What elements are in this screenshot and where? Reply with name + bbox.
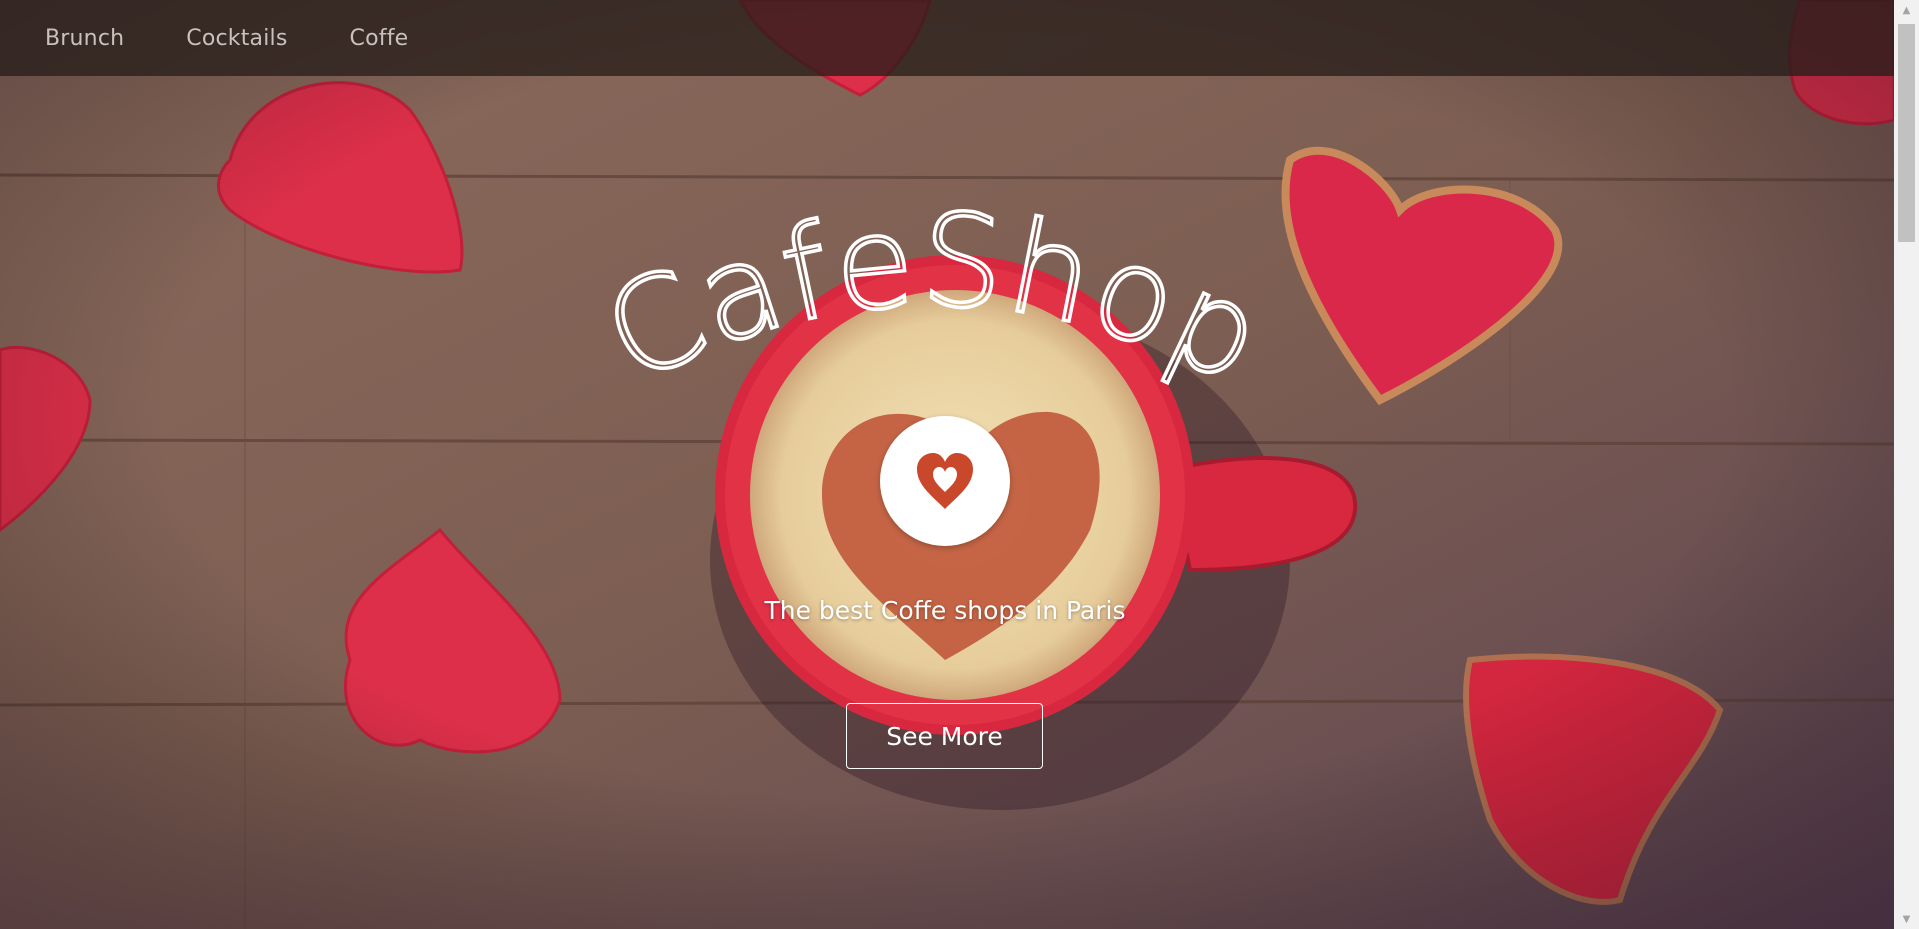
hero-tagline: The best Coffe shops in Paris (764, 596, 1126, 625)
svg-text:CafeShop: CafeShop (583, 186, 1286, 414)
page: Brunch Cocktails Coffe CafeShop The best… (0, 0, 1919, 929)
scroll-up-arrow-icon[interactable]: ▲ (1894, 0, 1919, 20)
title-letter: S (918, 186, 1009, 339)
nav-link-coffe[interactable]: Coffe (350, 26, 409, 51)
top-navbar: Brunch Cocktails Coffe (0, 0, 1894, 76)
scrollbar-thumb[interactable] (1898, 24, 1915, 242)
nav-link-cocktails[interactable]: Cocktails (186, 26, 287, 51)
scroll-down-arrow-icon[interactable]: ▼ (1894, 909, 1919, 929)
nav-link-brunch[interactable]: Brunch (45, 26, 124, 51)
heart-icon (917, 453, 973, 509)
vertical-scrollbar[interactable]: ▲ ▼ (1894, 0, 1919, 929)
see-more-button[interactable]: See More (846, 703, 1043, 769)
title-letter: e (828, 186, 923, 342)
heart-badge (880, 416, 1010, 546)
